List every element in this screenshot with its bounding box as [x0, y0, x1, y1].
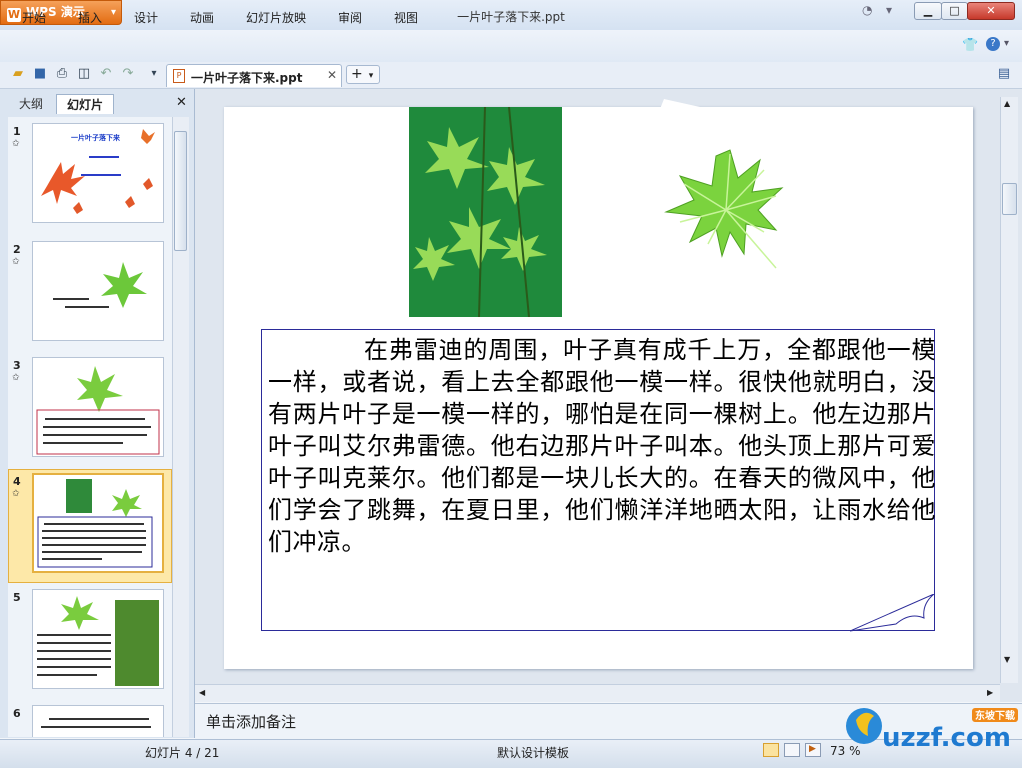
maximize-button[interactable]: □	[941, 2, 968, 20]
slideshow-view-button[interactable]: ▶	[805, 743, 821, 757]
chevron-down-icon: ▾	[368, 71, 374, 81]
wps-app-menu-button[interactable]: W WPS 演示 ▾	[0, 0, 122, 25]
thumb-number: 5	[13, 591, 21, 604]
callout-notch	[660, 99, 700, 109]
minimize-button[interactable]: ▁	[914, 2, 942, 20]
menu-view[interactable]: 视图	[394, 9, 418, 26]
scroll-right-icon[interactable]: ▶	[987, 688, 993, 697]
window-layout-icon[interactable]: ▤	[996, 66, 1012, 82]
close-panel-icon[interactable]: ✕	[176, 95, 187, 110]
green-leaf-image[interactable]	[660, 148, 784, 274]
thumb-number: 2	[13, 243, 21, 256]
scroll-down-icon[interactable]: ▼	[1004, 655, 1010, 664]
redo-icon[interactable]: ↷	[120, 66, 136, 82]
open-icon[interactable]: ▰	[10, 66, 26, 82]
minimize-icon: ▁	[923, 4, 933, 17]
thumbnail-list: 1 ✩ 一片叶子落下来 2 ✩ 3 ✩ 4 ✩ 5 6	[8, 117, 172, 737]
save-icon[interactable]: ■	[32, 66, 48, 82]
animation-star-icon: ✩	[12, 489, 20, 499]
watermark-sub: 东坡下载	[975, 709, 1015, 722]
slide-thumbnail-1[interactable]: 一片叶子落下来	[32, 123, 164, 223]
slide-thumbnail-6[interactable]	[32, 705, 164, 737]
uzzf-watermark-logo: 东坡下载 uzzf.com	[846, 708, 1018, 753]
maximize-icon: □	[949, 4, 960, 17]
close-button[interactable]: ✕	[967, 2, 1015, 20]
menu-animation[interactable]: 动画	[190, 9, 214, 26]
scrollbar-thumb[interactable]	[1002, 183, 1017, 215]
help-question-icon[interactable]: ?	[986, 37, 1000, 51]
close-icon: ✕	[986, 4, 996, 17]
thumb-number: 4	[13, 475, 21, 488]
folded-corner	[850, 594, 935, 632]
new-tab-button[interactable]: + ▾	[346, 65, 380, 84]
customize-toolbar-icon[interactable]: ▾	[146, 66, 162, 82]
thumb-number: 6	[13, 707, 21, 720]
ppt-file-icon: P	[173, 69, 185, 83]
tab-slides[interactable]: 幻灯片	[56, 94, 114, 114]
green-leaf-image	[53, 262, 147, 308]
maple-leaves-image	[41, 129, 155, 214]
scroll-up-icon[interactable]: ▲	[1004, 99, 1010, 108]
menu-home[interactable]: 开始	[22, 9, 46, 26]
slide-6-preview	[41, 718, 151, 728]
vertical-scrollbar[interactable]: ▲ ▼	[1000, 97, 1018, 683]
notes-placeholder[interactable]: 单击添加备注	[206, 711, 296, 732]
chevron-down-icon: ▾	[110, 7, 116, 18]
chevron-down-icon[interactable]: ▾	[1004, 38, 1009, 49]
print-preview-icon[interactable]: ◫	[76, 66, 92, 82]
thumbnail-scrollbar[interactable]	[172, 117, 189, 737]
slide-body-text[interactable]: 在弗雷迪的周围，叶子真有成千上万，全都跟他一模一样，或者说，看上去全都跟他一模一…	[268, 334, 936, 558]
slide-counter: 幻灯片 4 / 21	[145, 746, 220, 760]
slide-thumbnail-4[interactable]	[32, 473, 164, 573]
slide-4-preview	[37, 479, 153, 568]
quick-toolbar: ▰ ■ ⎙ ◫ ↶ ↷ ▾ P 一片叶子落下来.ppt ✕ + ▾ ▤	[0, 62, 1022, 89]
play-icon: ▶	[809, 744, 816, 754]
tree-leaves-photo[interactable]	[409, 107, 562, 317]
tab-outline[interactable]: 大纲	[8, 94, 54, 114]
scrollbar-thumb[interactable]	[174, 131, 187, 251]
design-template-label[interactable]: 默认设计模板	[497, 744, 569, 761]
close-tab-icon[interactable]: ✕	[327, 68, 337, 82]
menu-bar	[0, 30, 1022, 62]
document-tab[interactable]: P 一片叶子落下来.ppt ✕	[166, 64, 342, 87]
thumb-number: 3	[13, 359, 21, 372]
scroll-left-icon[interactable]: ◀	[199, 688, 205, 697]
green-leaf-image	[36, 366, 160, 455]
menu-slideshow[interactable]: 幻灯片放映	[246, 9, 306, 26]
document-tab-label: 一片叶子落下来.ppt	[191, 71, 303, 85]
ribbon-toggle-icon[interactable]: ▾	[886, 3, 892, 17]
menu-insert[interactable]: 插入	[78, 9, 102, 26]
animation-star-icon: ✩	[12, 373, 20, 383]
normal-view-button[interactable]	[763, 743, 779, 757]
menu-design[interactable]: 设计	[134, 9, 158, 26]
slide-thumbnail-5[interactable]	[32, 589, 164, 689]
thumb-number: 1	[13, 125, 21, 138]
slide-thumbnail-3[interactable]	[32, 357, 164, 457]
skin-icon[interactable]: 👕	[962, 38, 978, 53]
undo-icon[interactable]: ↶	[98, 66, 114, 82]
wps-logo-icon: W	[7, 8, 21, 22]
slide-thumbnail-2[interactable]	[32, 241, 164, 341]
plus-icon: +	[351, 66, 363, 82]
animation-star-icon: ✩	[12, 139, 20, 149]
print-icon[interactable]: ⎙	[54, 66, 70, 82]
help-icon[interactable]: ◔	[862, 3, 872, 17]
slide-sorter-button[interactable]	[784, 743, 800, 757]
slide-panel: 大纲 幻灯片 ✕ 1 ✩ 一片叶子落下来 2 ✩ 3 ✩ 4 ✩ 5 6	[0, 89, 195, 738]
animation-star-icon: ✩	[12, 257, 20, 267]
watermark-text: uzzf.com	[882, 723, 1011, 753]
slide-5-preview	[37, 596, 159, 686]
menu-review[interactable]: 审阅	[338, 9, 362, 26]
